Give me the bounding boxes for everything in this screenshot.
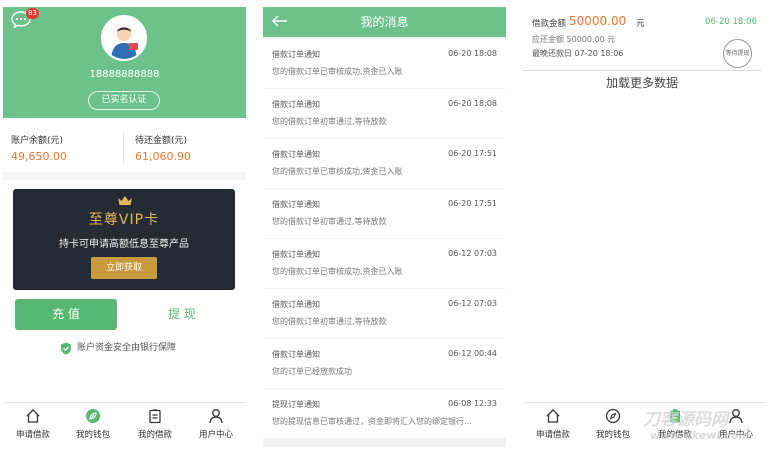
tab-label: 申请借款 xyxy=(535,430,570,440)
vip-get-button[interactable]: 立即获取 xyxy=(91,257,157,279)
message-item[interactable]: 借款订单通知 06-20 18:08 您的借款订单初审通过,等待放款 xyxy=(263,89,506,138)
message-body: 您的借款订单初审通过,等待放款 xyxy=(272,217,387,226)
message-time: 06-20 17:51 xyxy=(448,199,497,208)
tab-label: 申请借款 xyxy=(15,430,50,440)
clipboard-icon xyxy=(149,409,161,424)
message-title: 借款订单通知 xyxy=(272,250,320,259)
tab-my-loans[interactable]: 我的借款 xyxy=(125,403,185,447)
tab-label: 我的钱包 xyxy=(75,430,110,440)
message-item[interactable]: 借款订单通知 06-20 18:08 您的借款订单已审核成功,资金已入账 xyxy=(263,39,506,88)
message-item[interactable]: 借款订单通知 06-12 07:03 您的借款订单已审核成功,资金已入账 xyxy=(263,239,506,288)
load-more-button[interactable]: 加载更多数据 xyxy=(523,74,761,91)
message-title: 借款订单通知 xyxy=(272,300,320,309)
home-icon xyxy=(546,409,560,423)
message-body: 您的借款订单初审通过,等待放款 xyxy=(272,117,387,126)
tab-label: 我的借款 xyxy=(657,430,692,440)
message-body: 您的借款订单初审通过,等待放款 xyxy=(272,317,387,326)
pending-block: 待还金额(元) 61,060.90 xyxy=(135,133,245,163)
bottom-tabbar: 申请借款 我的钱包 我的借款 用户中心 xyxy=(523,402,766,447)
message-time: 06-08 12:33 xyxy=(448,399,497,408)
tab-user-center[interactable]: 用户中心 xyxy=(706,403,766,447)
message-body: 您的提现信息已审核通过，资金即将汇入您的绑定银行... xyxy=(272,417,472,426)
compass-icon xyxy=(605,408,621,424)
tab-label: 我的钱包 xyxy=(595,430,630,440)
message-title: 借款订单通知 xyxy=(272,150,320,159)
message-body: 您的借款订单已审核成功,资金已入账 xyxy=(272,167,403,176)
section-divider xyxy=(3,172,246,180)
tab-label: 用户中心 xyxy=(718,430,753,440)
vip-description: 持卡可申请高额低息至尊产品 xyxy=(59,239,189,250)
messages-header: 我的消息 xyxy=(263,7,506,37)
message-title: 借款订单通知 xyxy=(272,350,320,359)
message-time: 06-20 18:08 xyxy=(448,99,497,108)
message-badge: 83 xyxy=(26,8,39,19)
loan-amount-value: 50000.00 xyxy=(569,14,627,28)
loan-amount-label: 借款金额 xyxy=(532,19,567,29)
message-body: 您的订单已经放款成功 xyxy=(272,367,352,376)
tab-my-wallet[interactable]: 我的钱包 xyxy=(583,403,643,447)
vip-card[interactable]: 至尊VIP卡 持卡可申请高额低息至尊产品 立即获取 xyxy=(13,189,235,290)
phone-number: 18888888888 xyxy=(89,69,160,80)
profile-header: 83 18888888888 已实名认证 xyxy=(3,7,246,118)
message-time: 06-12 00:44 xyxy=(448,349,497,358)
leaf-icon xyxy=(86,409,100,423)
message-time: 06-12 07:03 xyxy=(448,249,497,258)
tab-my-loans[interactable]: 我的借款 xyxy=(645,403,705,447)
bottom-tabbar: 申请借款 我的钱包 我的借款 用户中心 xyxy=(3,402,246,447)
message-title: 借款订单通知 xyxy=(272,200,320,209)
balance-block: 账户余额(元) 49,650.00 xyxy=(11,133,121,163)
pending-value: 61,060.90 xyxy=(135,150,191,163)
tab-label: 用户中心 xyxy=(198,430,233,440)
loan-date: 06-20 18:06 xyxy=(705,17,757,27)
withdraw-button[interactable]: 提 现 xyxy=(131,299,233,330)
repay-deadline: 最晚还款日 07-20 18:06 xyxy=(532,49,624,58)
clipboard-icon xyxy=(670,409,680,423)
message-time: 06-20 17:51 xyxy=(448,149,497,158)
avatar-illustration xyxy=(103,17,145,59)
user-icon xyxy=(209,409,223,424)
tab-label: 我的借款 xyxy=(137,430,172,440)
crown-icon xyxy=(118,196,132,205)
pending-label: 待还金额(元) xyxy=(135,136,188,146)
message-body: 您的借款订单已审核成功,资金已入账 xyxy=(272,67,403,76)
balance-label: 账户余额(元) xyxy=(11,136,64,146)
message-item[interactable]: 提现订单通知 06-08 12:33 您的提现信息已审核通过，资金即将汇入您的绑定银… xyxy=(263,389,506,438)
tab-user-center[interactable]: 用户中心 xyxy=(186,403,246,447)
message-title: 借款订单通知 xyxy=(272,50,320,59)
message-time: 06-12 07:03 xyxy=(448,299,497,308)
divider xyxy=(523,70,761,71)
tab-apply-loan[interactable]: 申请借款 xyxy=(523,403,583,447)
user-icon xyxy=(729,409,743,424)
message-item[interactable]: 借款订单通知 06-20 17:51 您的借款订单初审通过,等待放款 xyxy=(263,189,506,238)
tab-my-wallet[interactable]: 我的钱包 xyxy=(63,403,123,447)
balance-value: 49,650.00 xyxy=(11,150,67,163)
verified-badge[interactable]: 已实名认证 xyxy=(88,91,160,110)
repay-amount: 应还金额 50000.00 元 xyxy=(532,35,616,44)
message-title: 借款订单通知 xyxy=(272,100,320,109)
message-time: 06-20 18:08 xyxy=(448,49,497,58)
message-item[interactable]: 借款订单通知 06-20 17:51 您的借款订单已审核成功,资金已入账 xyxy=(263,139,506,188)
recharge-button[interactable]: 充 值 xyxy=(15,299,117,330)
avatar[interactable] xyxy=(101,15,147,61)
message-title: 提现订单通知 xyxy=(272,400,320,409)
tab-apply-loan[interactable]: 申请借款 xyxy=(3,403,63,447)
message-body: 您的借款订单已审核成功,资金已入账 xyxy=(272,267,403,276)
shield-icon xyxy=(61,342,71,355)
message-list: 借款订单通知 06-20 18:08 您的借款订单已审核成功,资金已入账 借款订单通知… xyxy=(263,39,506,439)
vip-title: 至尊VIP卡 xyxy=(88,212,160,228)
page-title: 我的消息 xyxy=(360,15,409,29)
messages-screen: 我的消息 借款订单通知 06-20 18:08 您的借款订单已审核成功,资金已入账借… xyxy=(263,7,506,447)
my-loans-screen: 借款金额 50000.00 元 06-20 18:06 应还金额 50000.0… xyxy=(523,7,766,447)
home-icon xyxy=(26,409,40,423)
balance-separator xyxy=(123,133,124,163)
back-arrow-icon[interactable] xyxy=(271,14,289,28)
status-stamp: 等待提现 xyxy=(723,39,752,68)
message-item[interactable]: 借款订单通知 06-12 00:44 您的订单已经放款成功 xyxy=(263,339,506,388)
loan-amount-unit: 元 xyxy=(636,19,645,29)
message-item[interactable]: 借款订单通知 06-12 07:03 您的借款订单初审通过,等待放款 xyxy=(263,289,506,338)
wallet-screen: 83 18888888888 已实名认证 账户余额(元) 49,650.00 待… xyxy=(3,7,246,447)
safety-text: 账户资金安全由银行保障 xyxy=(77,343,177,353)
